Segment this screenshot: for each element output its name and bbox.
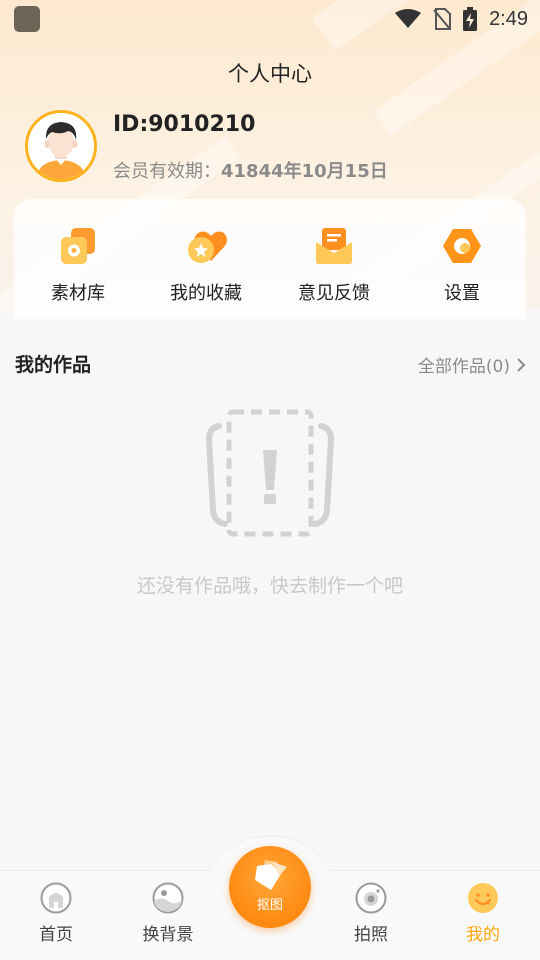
membership-value: 41844年10月15日 bbox=[221, 161, 388, 182]
nav-item-change-background[interactable]: 换背景 bbox=[123, 882, 213, 945]
app-notification-icon bbox=[14, 6, 40, 32]
no-sim-icon bbox=[433, 8, 452, 30]
nav-item-profile[interactable]: 我的 bbox=[438, 882, 528, 945]
battery-charging-icon bbox=[463, 7, 478, 31]
nav-item-camera[interactable]: 拍照 bbox=[326, 882, 416, 945]
cutout-icon bbox=[255, 859, 287, 890]
wifi-icon bbox=[395, 9, 422, 28]
nav-label: 我的 bbox=[466, 925, 500, 945]
nav-label: 首页 bbox=[39, 925, 73, 945]
quick-action-label: 意见反馈 bbox=[298, 283, 370, 304]
my-works-title: 我的作品 bbox=[15, 354, 92, 376]
quick-action-settings[interactable]: 设置 bbox=[398, 199, 526, 319]
all-works-link[interactable]: 全部作品(0) bbox=[418, 352, 526, 377]
status-bar: 2:49 bbox=[0, 0, 540, 38]
nav-label: 换背景 bbox=[142, 925, 194, 945]
cutout-label: 抠图 bbox=[256, 897, 283, 913]
feedback-icon bbox=[316, 228, 352, 264]
cutout-button[interactable]: 抠图 bbox=[229, 846, 311, 928]
profile-icon bbox=[468, 883, 498, 913]
quick-action-label: 素材库 bbox=[51, 283, 105, 304]
quick-action-label: 设置 bbox=[444, 283, 480, 304]
quick-action-label: 我的收藏 bbox=[170, 283, 242, 304]
page-title: 个人中心 bbox=[228, 62, 312, 86]
change-background-icon bbox=[152, 882, 184, 914]
quick-action-material-library[interactable]: 素材库 bbox=[14, 199, 142, 319]
favorites-icon bbox=[188, 231, 227, 263]
material-library-icon bbox=[61, 228, 95, 264]
empty-works-message: 还没有作品哦，快去制作一个吧 bbox=[136, 575, 403, 597]
membership-expiry: 会员有效期：41844年10月15日 bbox=[113, 157, 388, 183]
nav-label: 拍照 bbox=[354, 925, 388, 945]
user-avatar-icon bbox=[28, 113, 94, 179]
quick-action-favorites[interactable]: 我的收藏 bbox=[142, 199, 270, 319]
home-icon bbox=[40, 882, 72, 914]
status-time: 2:49 bbox=[489, 7, 528, 30]
settings-icon bbox=[443, 229, 481, 263]
quick-actions-card: 素材库 我的收藏 意见反馈 设置 bbox=[14, 199, 526, 319]
quick-action-feedback[interactable]: 意见反馈 bbox=[270, 199, 398, 319]
empty-works-icon bbox=[205, 409, 335, 537]
avatar[interactable] bbox=[25, 110, 97, 182]
all-works-label: 全部作品(0) bbox=[417, 357, 510, 377]
camera-icon bbox=[355, 882, 387, 914]
membership-label: 会员有效期： bbox=[113, 161, 221, 182]
nav-item-home[interactable]: 首页 bbox=[11, 882, 101, 945]
user-id: ID:9010210 bbox=[113, 112, 256, 137]
chevron-right-icon bbox=[517, 357, 526, 372]
